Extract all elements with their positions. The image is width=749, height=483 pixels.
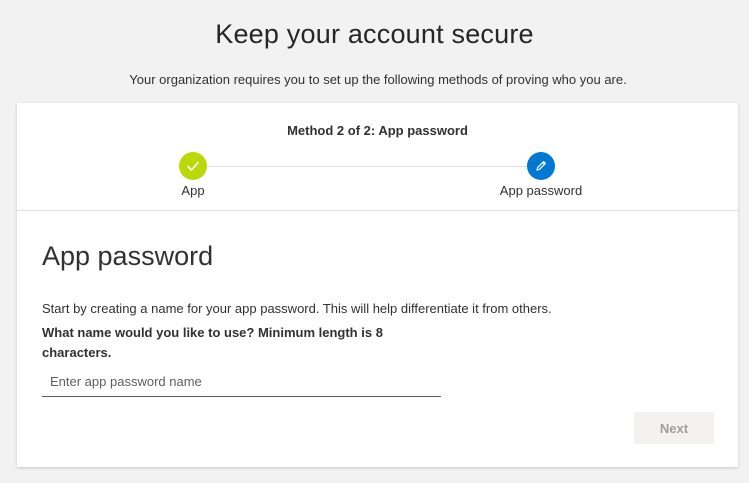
intro-text: Start by creating a name for your app pa…	[42, 301, 552, 316]
checkmark-icon	[187, 161, 199, 171]
section-title: App password	[42, 241, 214, 271]
page-subtitle: Your organization requires you to set up…	[129, 72, 627, 87]
method-label: Method 2 of 2: App password	[287, 123, 468, 138]
setup-card: Method 2 of 2: App password App App pass…	[17, 103, 738, 467]
step-2-label: App password	[499, 183, 583, 198]
app-password-name-input[interactable]	[42, 367, 441, 397]
step-1-label: App	[181, 183, 205, 198]
next-button[interactable]: Next	[634, 412, 714, 444]
page-title: Keep your account secure	[215, 19, 534, 49]
pencil-icon	[536, 161, 546, 171]
progress-line	[207, 166, 527, 167]
question-label: What name would you like to use? Minimum…	[42, 325, 383, 360]
step-2-circle	[527, 152, 555, 180]
progress-header: Method 2 of 2: App password App App pass…	[17, 103, 738, 211]
step-1-circle	[179, 152, 207, 180]
